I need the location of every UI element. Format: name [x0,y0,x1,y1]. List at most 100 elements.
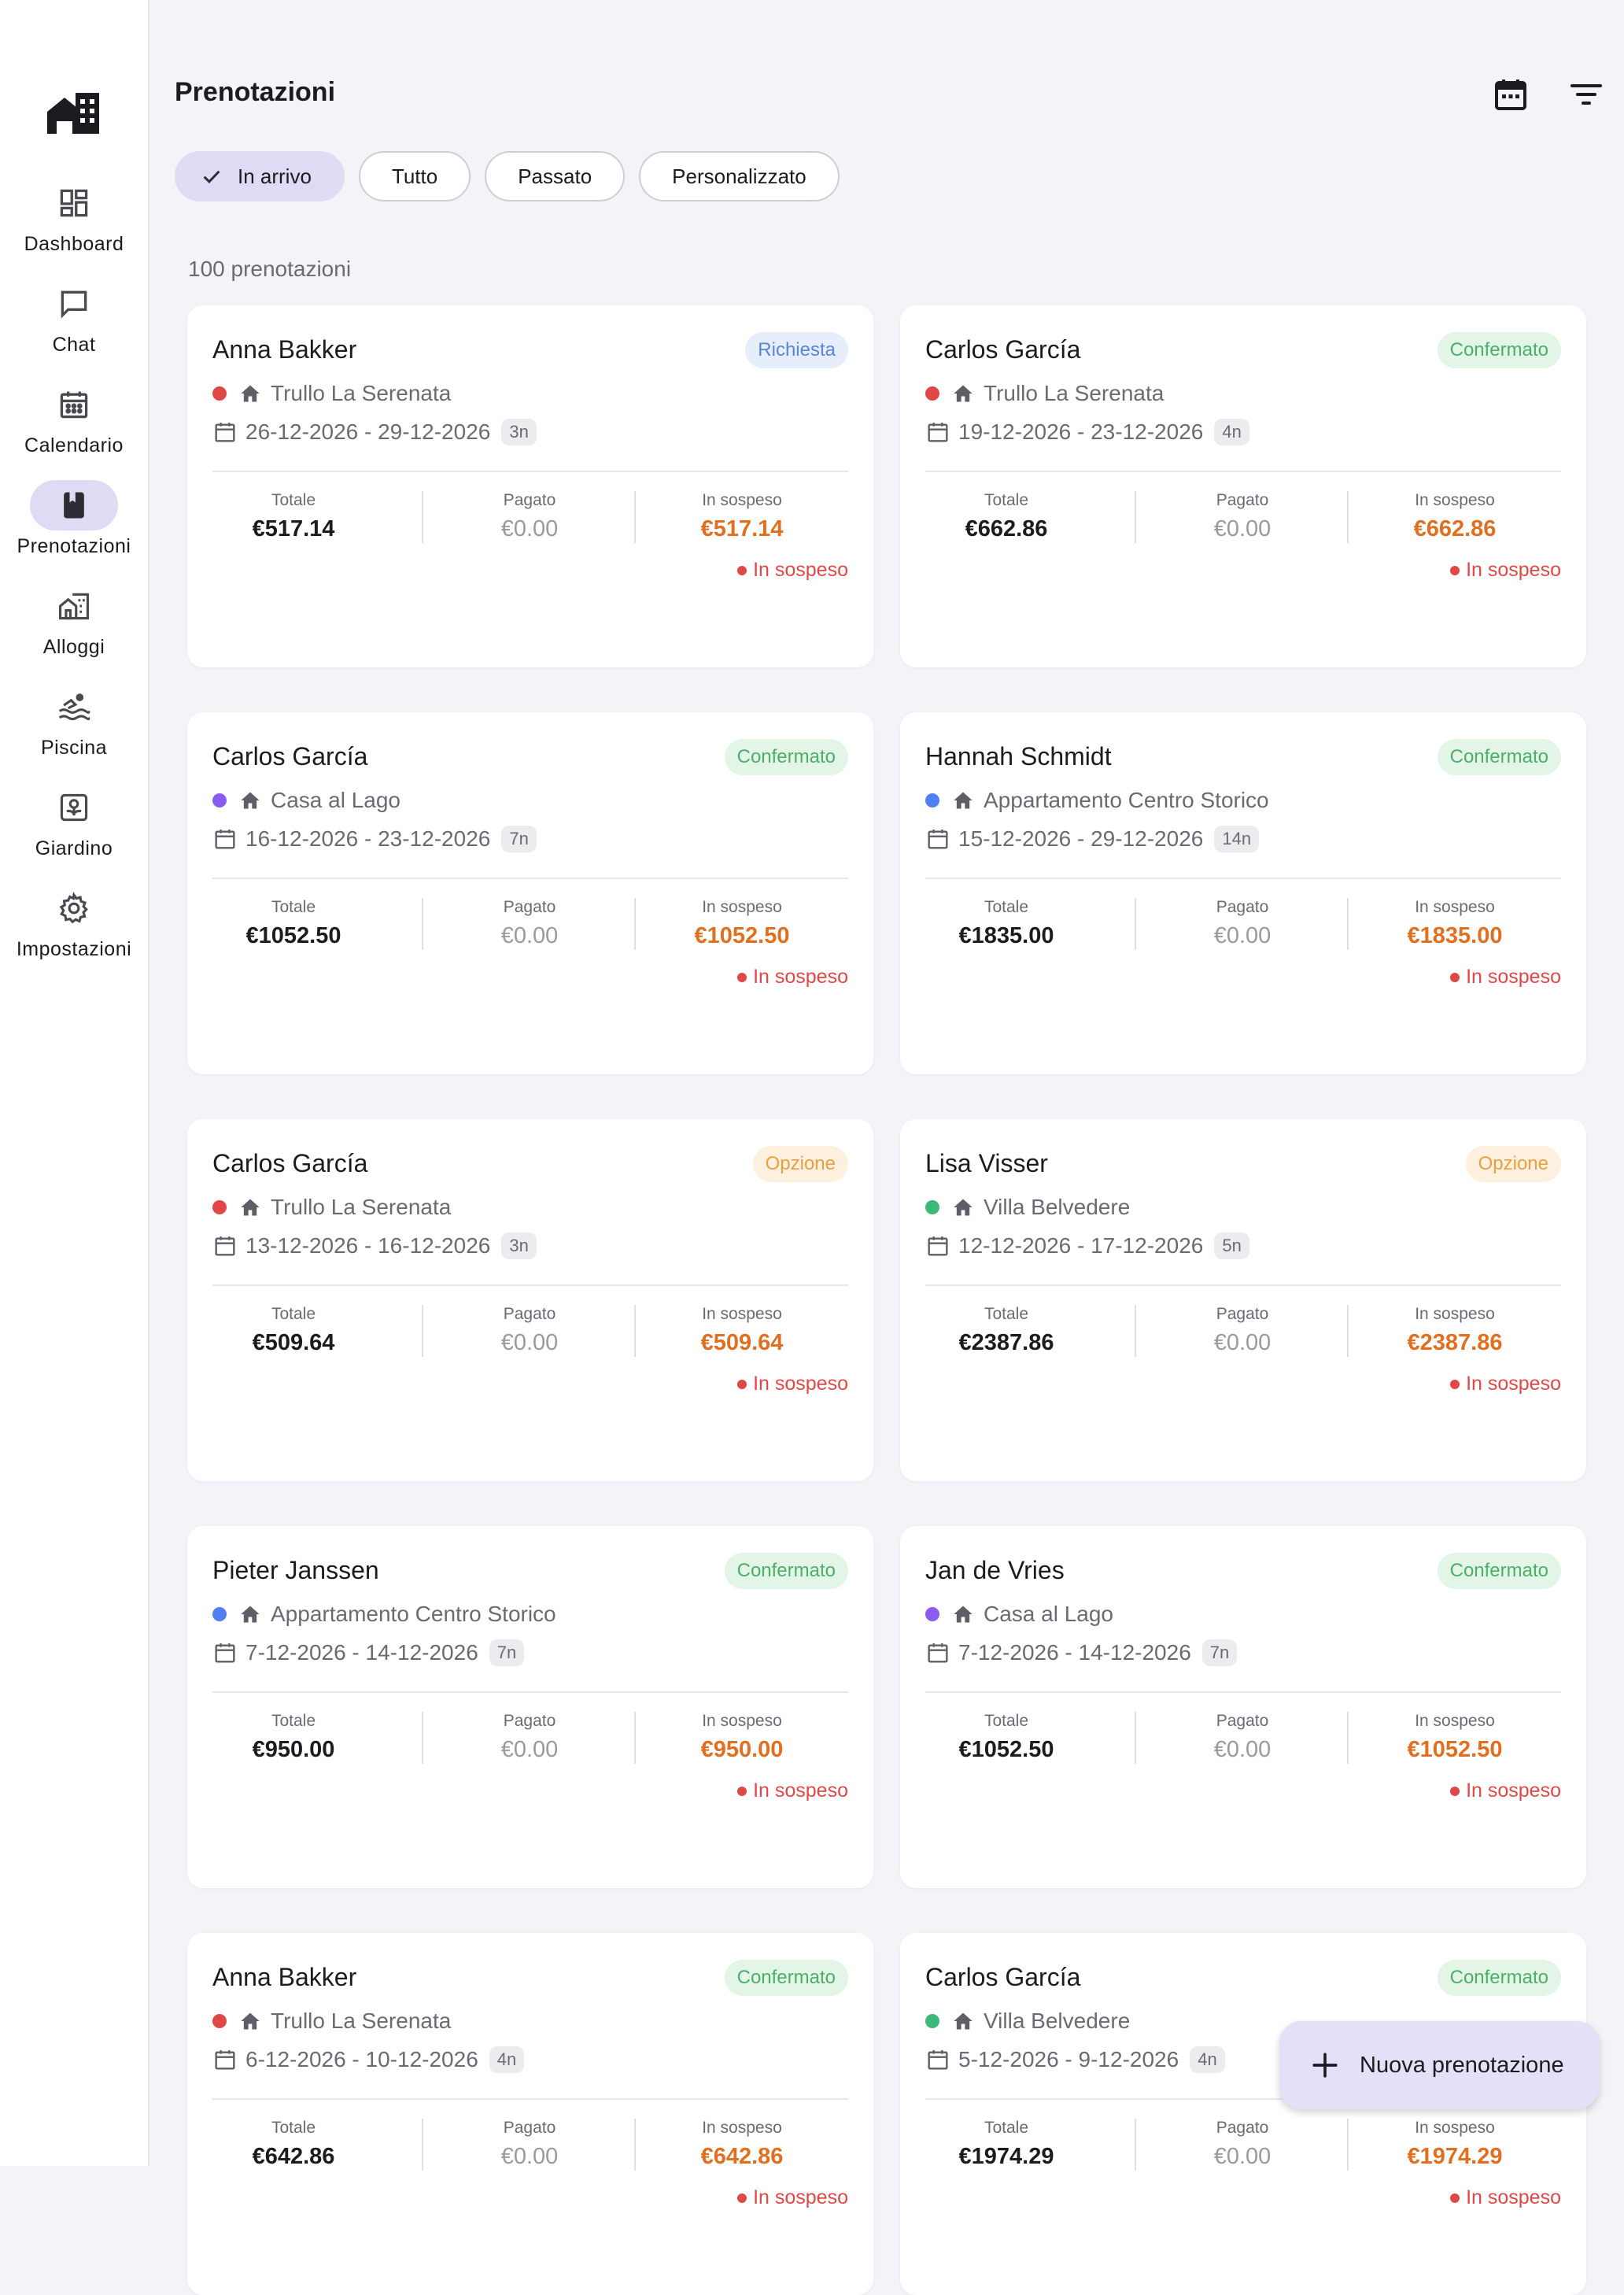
nav-item-giardino[interactable]: Giardino [0,782,148,877]
nights-badge: 4n [1214,419,1249,445]
total-value: €950.00 [252,1737,335,1762]
pending-value: €950.00 [700,1737,784,1762]
filter-icon[interactable] [1567,76,1605,113]
pending-value: €1052.50 [694,923,790,948]
property-color-dot [212,1607,227,1621]
guest-name: Anna Bakker [212,1963,357,1991]
total-stat: Totale €1052.50 [187,898,400,949]
payment-status: In sospeso [737,1373,848,1395]
pending-stat: In sospeso €1052.50 [636,898,848,949]
status-dot [737,1379,747,1389]
status-dot [1450,565,1460,575]
home-icon [241,1199,260,1216]
paid-stat: Pagato €0.00 [1136,1712,1349,1763]
guest-name: Pieter Janssen [212,1556,379,1584]
chip-in-arrivo[interactable]: In arrivo [175,151,345,201]
home-icon [241,1606,260,1623]
booking-card[interactable]: Carlos García Confermato Casa al Lago 16… [187,712,873,1074]
property-name: Villa Belvedere [984,1195,1131,1219]
date-range: 12-12-2026 - 17-12-2026 [958,1233,1204,1258]
pending-value: €642.86 [700,2144,784,2169]
paid-stat: Pagato €0.00 [423,491,636,542]
status-badge: Confermato [1437,332,1561,368]
main-content: Prenotazioni In arrivo Tutto Passato Per… [148,0,1624,2295]
property-name: Casa al Lago [984,1602,1114,1626]
pending-stat: In sospeso €662.86 [1349,491,1561,542]
total-stat: Totale €517.14 [187,491,400,542]
divider [212,1691,848,1693]
payment-status: In sospeso [737,1779,848,1802]
paid-value: €0.00 [500,2144,559,2169]
booking-card[interactable]: Anna Bakker Richiesta Trullo La Serenata… [187,305,873,667]
pending-value: €1974.29 [1407,2144,1503,2169]
nav-item-calendario[interactable]: Calendario [0,379,148,474]
status-badge: Confermato [724,1553,848,1589]
pending-value: €2387.86 [1407,1330,1503,1355]
date-range: 19-12-2026 - 23-12-2026 [958,419,1204,444]
paid-stat: Pagato €0.00 [1136,491,1349,542]
status-dot [737,1786,747,1796]
booking-card[interactable]: Pieter Janssen Confermato Appartamento C… [187,1526,873,1888]
total-label: Totale [984,491,1029,509]
nav-item-piscina[interactable]: Piscina [0,682,148,776]
guest-name: Anna Bakker [212,335,357,364]
nav-item-chat[interactable]: Chat [0,279,148,373]
plus-icon [1312,2053,1338,2078]
nav-item-alloggi[interactable]: Alloggi [0,581,148,675]
chip-passato[interactable]: Passato [485,151,626,201]
divider [925,1284,1561,1286]
total-stat: Totale €662.86 [900,491,1113,542]
booking-card[interactable]: Carlos García Opzione Trullo La Serenata… [187,1119,873,1481]
total-label: Totale [984,2119,1029,2137]
payment-status-label: In sospeso [1466,559,1561,581]
new-booking-button[interactable]: Nuova prenotazione [1279,2021,1599,2109]
pending-label: In sospeso [1415,2119,1495,2137]
paid-value: €0.00 [1213,1330,1272,1355]
calendar-view-icon[interactable] [1492,76,1530,113]
total-value: €1052.50 [245,923,341,948]
date-range: 7-12-2026 - 14-12-2026 [245,1640,478,1665]
nav-item-prenotazioni[interactable]: Prenotazioni [0,480,148,575]
paid-label: Pagato [503,2119,556,2137]
chip-personalizzato[interactable]: Personalizzato [639,151,840,201]
nav-item-dashboard[interactable]: Dashboard [0,178,148,272]
total-stat: Totale €1835.00 [900,898,1113,949]
paid-label: Pagato [503,898,556,916]
payment-status-label: In sospeso [753,1779,848,1802]
payment-status-label: In sospeso [1466,2186,1561,2208]
booking-card[interactable]: Anna Bakker Confermato Trullo La Serenat… [187,1933,873,2295]
payment-status-label: In sospeso [1466,1779,1561,1802]
property-color-dot [925,1607,939,1621]
booking-card[interactable]: Jan de Vries Confermato Casa al Lago 7-1… [900,1526,1586,1888]
chip-tutto[interactable]: Tutto [358,151,471,201]
pending-stat: In sospeso €642.86 [636,2119,848,2170]
date-range: 13-12-2026 - 16-12-2026 [245,1233,491,1258]
calendar-icon [60,391,88,419]
guest-name: Carlos García [212,1149,368,1177]
total-label: Totale [984,1305,1029,1323]
paid-value: €0.00 [500,923,559,948]
payment-status: In sospeso [1450,559,1561,582]
booking-card[interactable]: Carlos García Confermato Trullo La Seren… [900,305,1586,667]
payment-status: In sospeso [1450,1373,1561,1395]
payment-status: In sospeso [737,2186,848,2209]
booking-card[interactable]: Lisa Visser Opzione Villa Belvedere 12-1… [900,1119,1586,1481]
pending-label: In sospeso [702,1305,782,1323]
pending-value: €662.86 [1413,516,1497,541]
payment-status-label: In sospeso [753,2186,848,2208]
guest-name: Lisa Visser [925,1149,1048,1177]
pending-label: In sospeso [1415,1712,1495,1730]
garden-icon [60,793,88,822]
date-range: 5-12-2026 - 9-12-2026 [958,2047,1179,2071]
payment-status: In sospeso [737,966,848,989]
guest-name: Jan de Vries [925,1556,1065,1584]
booking-card[interactable]: Hannah Schmidt Confermato Appartamento C… [900,712,1586,1074]
pool-icon [58,693,90,721]
nights-badge: 7n [489,1639,525,1666]
paid-stat: Pagato €0.00 [1136,1305,1349,1356]
status-badge: Confermato [724,1960,848,1996]
nav-item-impostazioni[interactable]: Impostazioni [0,883,148,978]
chip-label: Personalizzato [672,164,806,188]
booking-card[interactable]: Carlos García Confermato Villa Belvedere… [900,1933,1586,2295]
calendar-icon [928,423,948,442]
